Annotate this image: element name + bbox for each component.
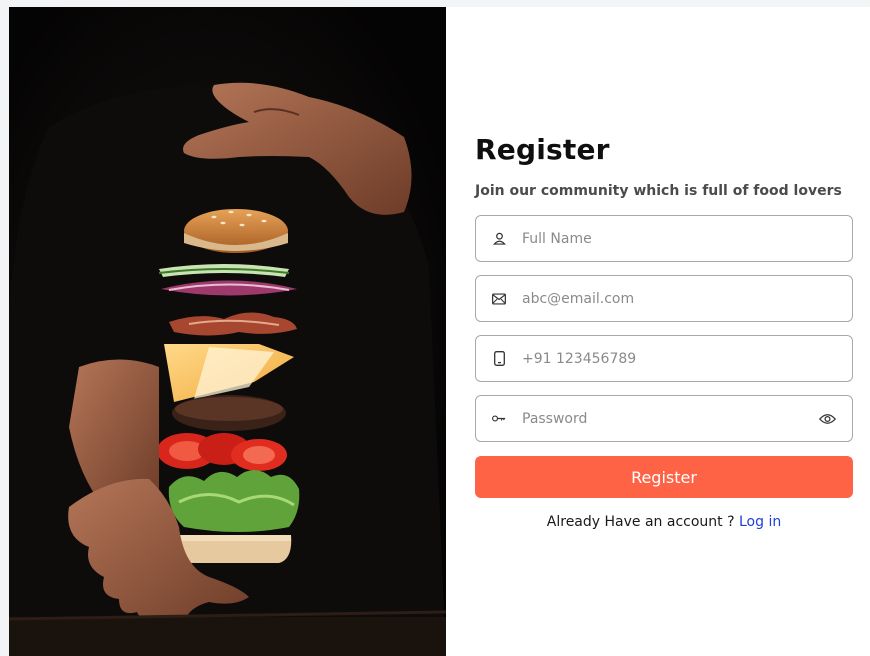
email-field[interactable] — [475, 275, 853, 322]
login-link[interactable]: Log in — [739, 514, 781, 530]
register-card: Register Join our community which is ful… — [9, 7, 870, 656]
eye-icon[interactable] — [818, 410, 836, 428]
phone-input[interactable] — [522, 336, 852, 381]
full-name-input[interactable] — [522, 216, 852, 261]
login-prompt-text: Already Have an account ? — [546, 514, 739, 530]
password-input[interactable] — [522, 396, 818, 441]
mail-icon — [492, 292, 506, 306]
floating-burger-image — [9, 7, 446, 656]
register-form: Register Join our community which is ful… — [475, 7, 855, 656]
phone-field[interactable] — [475, 335, 853, 382]
email-input[interactable] — [522, 276, 852, 321]
user-icon — [492, 232, 506, 246]
page-subtitle: Join our community which is full of food… — [475, 183, 842, 199]
register-button[interactable]: Register — [475, 456, 853, 498]
page-title: Register — [475, 133, 610, 166]
full-name-field[interactable] — [475, 215, 853, 262]
password-field[interactable] — [475, 395, 853, 442]
login-prompt: Already Have an account ? Log in — [475, 514, 853, 530]
burger-illustration — [9, 7, 446, 656]
key-icon — [492, 412, 506, 426]
phone-icon — [492, 351, 506, 366]
